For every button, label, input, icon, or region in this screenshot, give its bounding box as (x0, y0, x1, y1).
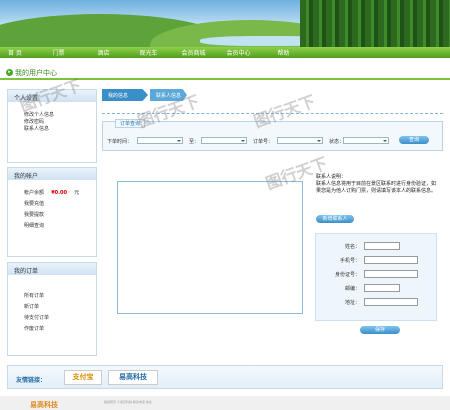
main-content: 我的信息 联系人信息 订单查询 下单时间： 至： 订单号： 状态： 查询 联系人… (102, 89, 443, 357)
status-select[interactable] (343, 137, 389, 144)
header-banner (0, 0, 450, 47)
main-nav: 首 页 门票 酒店 观光车 会员商城 会员中心 帮助 (0, 47, 450, 58)
sidebar-account-title: 我的帐户 (8, 168, 96, 180)
id-number-label: 身份证号： (334, 272, 360, 278)
form-row-phone: 手机号： (316, 256, 438, 265)
alipay-logo[interactable]: 支付宝 (64, 370, 102, 385)
contact-info-text: 联系人信息将用于目前在景区联系时进行身份验证，如果您是为他人订购门票，则请填写该… (316, 181, 437, 194)
footer-text: 版权所有 ©易高科技 联系电话 地址 (104, 400, 152, 404)
order-no-label: 订单号： (253, 139, 274, 145)
yigao-logo[interactable]: 易高科技 (108, 370, 158, 385)
arrow-circle-icon: ▸ (6, 69, 13, 76)
nav-item-hotel[interactable]: 酒店 (81, 48, 126, 57)
sidebar-item-unpaid-orders[interactable]: 待支付订单 (8, 315, 96, 322)
balance-value: ¥0.00 (51, 190, 68, 196)
order-time-label: 下单时间： (107, 139, 133, 145)
zip-label: 邮编： (344, 286, 360, 292)
sidebar-orders: 我的订单 所有订单 新订单 待支付订单 作废订单 (7, 262, 97, 356)
form-row-address: 地址： (316, 298, 438, 307)
form-row-id: 身份证号： (316, 270, 438, 279)
zip-input[interactable] (364, 284, 400, 292)
friend-links-label: 友情链接： (16, 377, 47, 384)
nav-item-help[interactable]: 帮助 (261, 48, 306, 57)
id-number-input[interactable] (364, 270, 418, 278)
nav-item-member-center[interactable]: 会员中心 (216, 48, 261, 57)
order-no-select[interactable] (277, 137, 323, 144)
start-date-select[interactable] (137, 137, 183, 144)
sidebar-item-void-orders[interactable]: 作废订单 (8, 326, 96, 333)
sidebar-item-edit-profile[interactable]: 修改个人信息 (8, 112, 96, 119)
balance-row: 帐户余额 ¥0.00 元 (8, 190, 96, 197)
nav-item-home[interactable]: 首 页 (0, 48, 36, 57)
balance-unit: 元 (74, 190, 80, 196)
contact-info: 联系人说明： 联系人信息将用于目前在景区联系时进行身份验证，如果您是为他人订购门… (316, 174, 436, 195)
address-input[interactable] (364, 298, 418, 306)
form-row-name: 姓名： (316, 242, 438, 251)
phone-input[interactable] (364, 256, 418, 264)
page-title: 我的用户中心 (15, 69, 57, 77)
sidebar-item-recharge[interactable]: 我要充值 (8, 201, 96, 208)
search-button[interactable]: 查询 (399, 136, 429, 144)
sidebar-item-contacts[interactable]: 联系人信息 (8, 126, 96, 133)
friend-links: 友情链接： 支付宝 易高科技 (7, 365, 443, 389)
sidebar-item-statement[interactable]: 明细查询 (8, 223, 96, 230)
sidebar-item-change-password[interactable]: 修改密码 (8, 119, 96, 126)
add-contact-button[interactable]: 新增联系人 (316, 215, 354, 223)
end-date-select[interactable] (201, 137, 247, 144)
sidebar-item-all-orders[interactable]: 所有订单 (8, 293, 96, 300)
balance-label: 帐户余额 (24, 190, 45, 196)
name-label: 姓名： (344, 244, 360, 250)
nav-item-tickets[interactable]: 门票 (36, 48, 81, 57)
form-row-zip: 邮编： (316, 284, 438, 293)
nav-item-member-mall[interactable]: 会员商城 (171, 48, 216, 57)
footer: 易高科技 版权所有 ©易高科技 联系电话 地址 (0, 396, 450, 410)
status-label: 状态： (329, 139, 345, 145)
footer-logo: 易高科技 (30, 401, 58, 409)
contact-list-box[interactable] (117, 181, 303, 314)
name-input[interactable] (364, 242, 400, 250)
sidebar-item-new-orders[interactable]: 新订单 (8, 304, 96, 311)
to-label: 至： (189, 139, 200, 145)
nav-item-tour-bus[interactable]: 观光车 (126, 48, 171, 57)
tab-my-info[interactable]: 我的信息 (102, 89, 148, 101)
address-label: 地址： (344, 300, 360, 306)
sidebar-account: 我的帐户 帐户余额 ¥0.00 元 我要充值 我要提款 明细查询 (7, 167, 97, 257)
phone-label: 手机号： (339, 258, 360, 264)
sidebar-item-withdraw[interactable]: 我要提款 (8, 212, 96, 219)
save-button[interactable]: 保存 (360, 326, 400, 334)
sidebar-orders-title: 我的订单 (8, 263, 96, 275)
contact-info-title: 联系人说明： (316, 174, 347, 180)
contact-form: 姓名： 手机号： 身份证号： 邮编： 地址： (315, 233, 437, 321)
